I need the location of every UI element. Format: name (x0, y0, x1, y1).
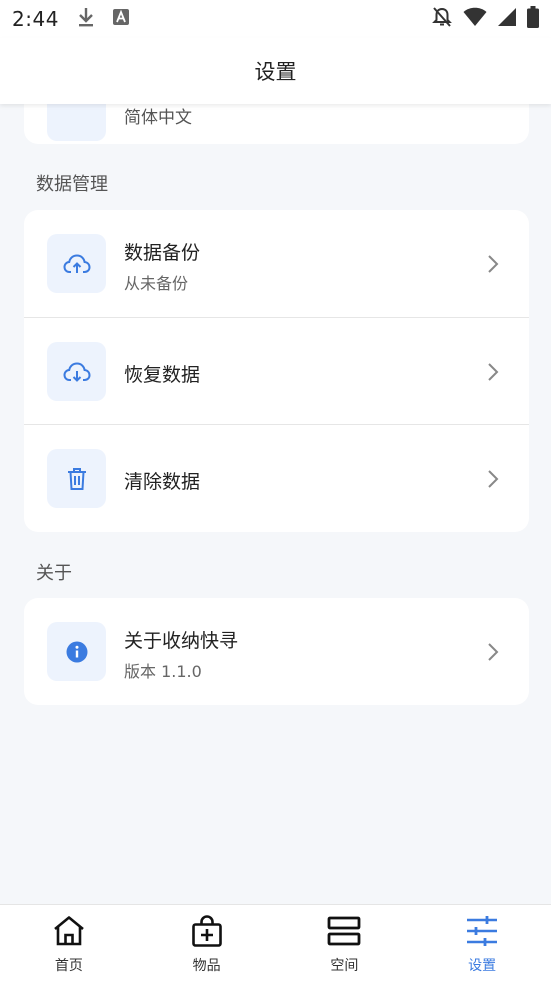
language-value: 简体中文 (124, 108, 192, 128)
section-title-about: 关于 (36, 563, 72, 584)
item-title: 清除数据 (124, 471, 201, 493)
about-app-item[interactable]: 关于收纳快寻 版本 1.1.0 (24, 598, 529, 705)
home-icon (52, 915, 86, 951)
battery-icon (527, 6, 539, 32)
tab-items[interactable]: 物品 (138, 905, 276, 981)
tab-label: 设置 (468, 958, 497, 974)
restore-data-item[interactable]: 恢复数据 (24, 318, 529, 425)
chevron-right-icon (487, 254, 499, 278)
app-notification-icon (112, 9, 129, 29)
language-icon (47, 104, 106, 141)
backup-data-item[interactable]: 数据备份 从未备份 (24, 210, 529, 317)
language-card[interactable]: 简体中文 (24, 104, 529, 144)
sliders-icon (465, 915, 499, 951)
cellular-signal-icon (497, 7, 517, 31)
tab-settings[interactable]: 设置 (413, 905, 551, 981)
chevron-right-icon (487, 469, 499, 493)
info-icon (47, 622, 106, 681)
app-bar: 设置 (0, 38, 551, 104)
trash-icon (47, 449, 106, 508)
item-subtitle: 版本 1.1.0 (124, 662, 202, 681)
item-title: 关于收纳快寻 (124, 630, 239, 652)
wifi-icon (463, 7, 487, 31)
bottom-tab-bar: 首页 物品 空间 设置 (0, 904, 551, 981)
cloud-upload-icon (47, 234, 106, 293)
status-left: 2:44 (12, 7, 129, 31)
settings-scroll-content[interactable]: 简体中文 数据管理 数据备份 从未备份 恢复数据 清除数据 关于 关于收纳快寻 … (0, 104, 551, 904)
storage-icon (327, 915, 361, 951)
chevron-right-icon (487, 642, 499, 666)
section-title-data: 数据管理 (36, 174, 108, 195)
item-title: 恢复数据 (124, 364, 201, 386)
chevron-right-icon (487, 362, 499, 386)
tab-home[interactable]: 首页 (0, 905, 138, 981)
item-title: 数据备份 (124, 242, 201, 264)
status-time: 2:44 (12, 7, 59, 31)
page-title: 设置 (254, 60, 297, 84)
status-bar: 2:44 (0, 0, 551, 38)
clear-data-item[interactable]: 清除数据 (24, 425, 529, 532)
data-management-card: 数据备份 从未备份 恢复数据 清除数据 (24, 210, 529, 532)
tab-label: 物品 (192, 958, 221, 974)
shopping-bag-plus-icon (191, 915, 223, 951)
tab-label: 首页 (54, 958, 83, 974)
cloud-download-icon (47, 342, 106, 401)
status-right (431, 6, 539, 32)
item-subtitle: 从未备份 (124, 274, 189, 293)
notifications-off-icon (431, 6, 453, 32)
tab-label: 空间 (330, 958, 359, 974)
about-card: 关于收纳快寻 版本 1.1.0 (24, 598, 529, 705)
tab-spaces[interactable]: 空间 (276, 905, 414, 981)
download-icon (77, 7, 95, 31)
